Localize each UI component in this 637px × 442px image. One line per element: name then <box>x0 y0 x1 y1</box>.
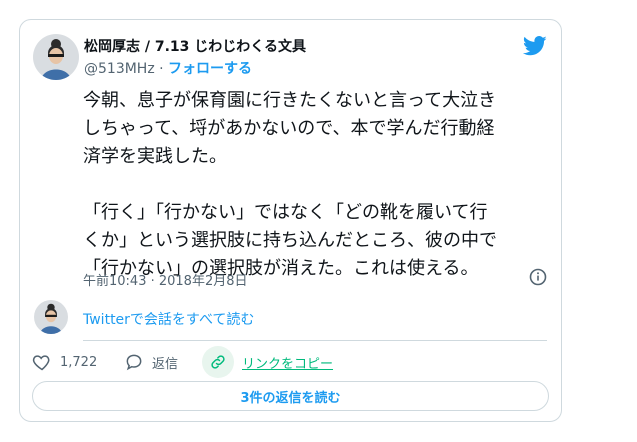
tweet-text: 今朝、息子が保育園に行きたくないと言って大泣き しちゃって、埒があかないので、本… <box>83 87 553 283</box>
info-icon[interactable] <box>529 268 547 286</box>
reply-bubble-icon <box>126 354 142 371</box>
tweet-timestamp[interactable]: 午前10:43 · 2018年2月8日 <box>83 270 248 289</box>
tweet-line: 「行く」「行かない」ではなく「どの靴を履いて行 <box>83 202 488 223</box>
reply-button[interactable]: 返信 <box>124 346 178 378</box>
copy-link-icon-wrap <box>202 346 234 378</box>
divider <box>83 340 547 341</box>
handle-separator: · <box>159 61 164 77</box>
copy-link-label: リンクをコピー <box>242 356 334 372</box>
follow-button[interactable]: フォローする <box>168 61 252 77</box>
tweet-line: 今朝、息子が保育園に行きたくないと言って大泣き <box>83 90 497 111</box>
thread-row: Twitterで会話をすべて読む <box>20 298 561 338</box>
twitter-bird-icon[interactable] <box>523 36 547 56</box>
author-handle-row: @513MHz · フォローする <box>84 58 252 78</box>
read-replies-button[interactable]: 3件の返信を読む <box>32 381 549 411</box>
heart-icon <box>32 355 50 371</box>
like-button[interactable]: 1,722 <box>32 346 97 378</box>
tweet-card: 松岡厚志 / 7.13 じわじわくる文具 @513MHz · フォローする 今朝… <box>19 19 562 422</box>
link-icon <box>211 355 225 369</box>
copy-link-button[interactable]: リンクをコピー <box>202 346 333 378</box>
read-conversation-link[interactable]: Twitterで会話をすべて読む <box>83 309 254 329</box>
author-name[interactable]: 松岡厚志 / 7.13 じわじわくる文具 <box>84 36 306 56</box>
small-avatar[interactable] <box>34 300 68 334</box>
tweet-line: 済学を実践した。 <box>83 146 227 167</box>
like-count: 1,722 <box>60 354 98 370</box>
tweet-line: くか」という選択肢に持ち込んだところ、彼の中で <box>83 230 497 251</box>
reply-label: 返信 <box>152 356 179 372</box>
tweet-line: しちゃって、埒があかないので、本で学んだ行動経 <box>83 118 495 139</box>
author-handle[interactable]: @513MHz <box>84 61 155 77</box>
avatar[interactable] <box>33 34 79 80</box>
